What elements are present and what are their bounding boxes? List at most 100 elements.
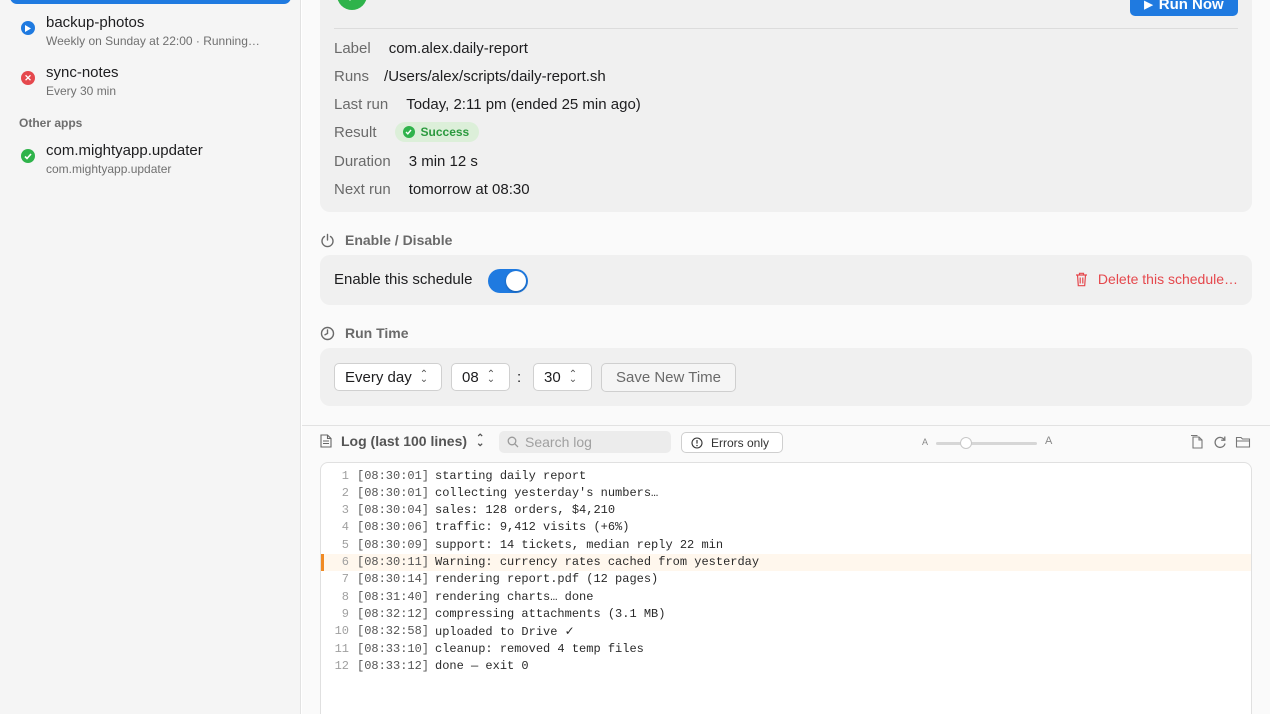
enable-toggle[interactable] [488, 269, 528, 293]
chevron-updown-icon: ⌃ ⌄ [486, 368, 496, 385]
last-run-row: Last run Today, 2:11 pm (ended 25 min ag… [334, 94, 641, 114]
selected-item-highlight[interactable] [10, 0, 291, 4]
chevron-updown-icon: ⌃ ⌄ [568, 368, 578, 385]
enable-heading: Enable / Disable [345, 232, 453, 248]
font-size-small-label: A [922, 437, 929, 447]
divider [334, 28, 1238, 29]
log-message: traffic: 9,412 visits (+6%) [435, 520, 630, 535]
line-number: 10 [334, 624, 349, 639]
log-line: 8 [08:31:40] rendering charts… done [321, 588, 1251, 605]
search-log-input[interactable]: Search log [499, 431, 671, 453]
log-timestamp: [08:30:06] [357, 520, 430, 535]
sidebar-item-sync-notes[interactable]: ✕ sync-notes Every 30 min [0, 64, 301, 108]
running-status-icon [21, 21, 35, 35]
line-number: 2 [341, 485, 349, 500]
document-icon [320, 434, 332, 448]
frequency-value: Every day [345, 368, 412, 386]
line-number: 12 [334, 658, 349, 673]
log-line: 2 [08:30:01] collecting yesterday's number… [321, 484, 1251, 501]
result-row: Result Success [334, 122, 480, 142]
divider [302, 425, 1270, 426]
duration-key: Duration [334, 152, 391, 170]
log-length-select[interactable]: Log (last 100 lines) ⌃ ⌄ [320, 433, 484, 449]
line-number: 4 [341, 520, 349, 535]
log-message: starting daily report [435, 468, 587, 483]
minute-value: 30 [544, 368, 561, 386]
font-size-slider[interactable]: A A [922, 435, 1054, 450]
log-line: 9 [08:32:12] compressing attachments (3.1 … [321, 605, 1251, 622]
log-line: 5 [08:30:09] support: 14 tickets, median r… [321, 536, 1251, 553]
log-message: done — exit 0 [435, 658, 529, 673]
slider-track[interactable] [936, 442, 1037, 445]
copy-icon[interactable] [1189, 434, 1205, 450]
frequency-select[interactable]: Every day ⌃ ⌄ [334, 363, 442, 391]
hour-value: 08 [462, 368, 479, 386]
delete-label: Delete this schedule… [1097, 271, 1238, 287]
sidebar-item-mightyapp-updater[interactable]: com.mightyapp.updater com.mightyapp.upda… [0, 142, 301, 186]
log-timestamp: [08:30:11] [357, 555, 430, 569]
alert-circle-icon [691, 436, 703, 449]
next-run-row: Next run tomorrow at 08:30 [334, 179, 530, 199]
chevron-updown-icon: ⌃ ⌄ [419, 368, 429, 385]
log-toolbar: Log (last 100 lines) ⌃ ⌄ Search log Error… [302, 430, 1270, 456]
delete-schedule-button[interactable]: Delete this schedule… [1075, 271, 1238, 287]
enable-card: Enable this schedule Delete this schedul… [320, 255, 1252, 305]
log-message: rendering charts… done [435, 589, 594, 604]
log-timestamp: [08:32:58] [357, 624, 430, 639]
sidebar-item-name: com.mightyapp.updater [46, 142, 203, 159]
trash-icon [1075, 272, 1087, 286]
label-value: com.alex.daily-report [388, 39, 528, 57]
log-line: 7 [08:30:14] rendering report.pdf (12 page… [321, 571, 1251, 588]
label-row: Label com.alex.daily-report [334, 38, 528, 58]
log-line: 4 [08:30:06] traffic: 9,412 visits (+6%) [321, 519, 1251, 536]
log-timestamp: [08:32:12] [357, 606, 430, 621]
log-timestamp: [08:31:40] [357, 589, 430, 604]
hour-select[interactable]: 08 ⌃ ⌄ [451, 363, 510, 391]
line-number: 7 [341, 572, 349, 587]
runs-value: /Users/alex/scripts/daily-report.sh [384, 67, 606, 85]
sidebar-section-header: Other apps [19, 116, 83, 130]
log-timestamp: [08:33:10] [357, 641, 430, 656]
last-run-value: Today, 2:11 pm (ended 25 min ago) [406, 95, 641, 113]
status-text: OK [383, 0, 412, 4]
runs-key: Runs [334, 67, 370, 85]
refresh-icon[interactable] [1212, 434, 1228, 450]
clock-icon [320, 326, 335, 340]
sidebar-item-backup-photos[interactable]: backup-photos Weekly on Sunday at 22:00 … [0, 14, 301, 58]
save-new-time-button[interactable]: Save New Time [601, 363, 736, 392]
duration-value: 3 min 12 s [408, 152, 478, 170]
folder-icon[interactable] [1235, 434, 1251, 450]
run-now-button[interactable]: ▶ Run Now [1130, 0, 1238, 16]
power-icon [321, 233, 334, 247]
success-label: Success [420, 125, 470, 139]
error-status-icon: ✕ [21, 71, 35, 85]
summary-card: OK ▶ Run Now Label com.alex.daily-report… [320, 0, 1252, 212]
runs-row: Runs /Users/alex/scripts/daily-report.sh [334, 66, 606, 86]
chevron-updown-icon: ⌃ ⌄ [476, 432, 485, 449]
run-time-section-header: Run Time [320, 323, 409, 343]
log-output[interactable]: 1 [08:30:01] starting daily report 2 [08:30:… [320, 462, 1252, 714]
sidebar-item-schedule: Every 30 min [46, 84, 117, 98]
minute-select[interactable]: 30 ⌃ ⌄ [533, 363, 592, 391]
ok-status-icon [21, 149, 35, 163]
line-number: 8 [341, 589, 349, 604]
log-line: 3 [08:30:04] sales: 128 orders, $4,210 [321, 502, 1251, 519]
run-time-card: Every day ⌃ ⌄ 08 ⌃ ⌄ : 30 ⌃ ⌄ Save New Time [320, 348, 1252, 406]
label-key: Label [334, 39, 371, 57]
status-ok-icon [337, 0, 367, 10]
line-number: 3 [341, 503, 349, 518]
sidebar-item-name: sync-notes [46, 64, 119, 81]
log-timestamp: [08:30:01] [357, 468, 430, 483]
log-message: Warning: currency rates cached from yest… [435, 555, 760, 569]
next-run-value: tomorrow at 08:30 [408, 180, 530, 198]
sidebar: backup-photos Weekly on Sunday at 22:00 … [0, 0, 301, 714]
log-message: rendering report.pdf (12 pages) [435, 572, 659, 587]
check-icon [402, 126, 415, 138]
errors-only-toggle[interactable]: Errors only [681, 432, 783, 453]
main-panel: OK ▶ Run Now Label com.alex.daily-report… [302, 0, 1270, 714]
sidebar-item-schedule: Weekly on Sunday at 22:00 · Running… [46, 34, 260, 48]
errors-only-label: Errors only [711, 435, 770, 450]
log-line: 10 [08:32:58] uploaded to Drive ✓ [321, 623, 1251, 640]
slider-thumb[interactable] [960, 437, 973, 449]
result-key: Result [334, 123, 377, 141]
